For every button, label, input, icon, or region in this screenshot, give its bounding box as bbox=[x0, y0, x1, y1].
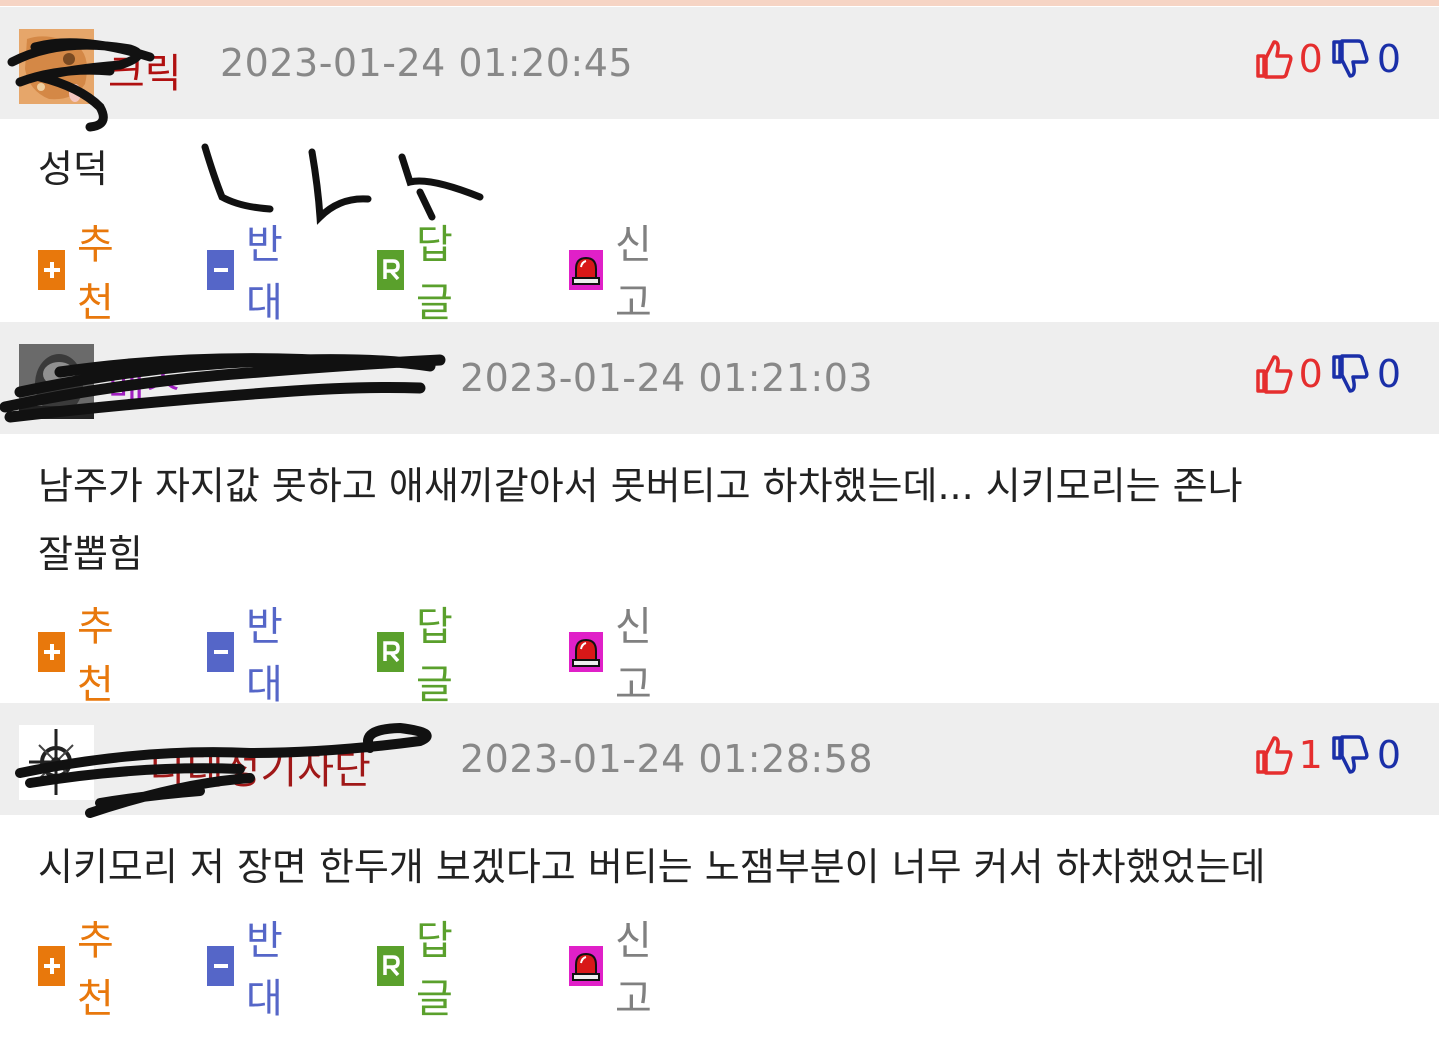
downvote-count: 0 bbox=[1376, 733, 1401, 777]
reply-label: 답글 bbox=[416, 222, 453, 326]
upvote-count: 0 bbox=[1298, 352, 1323, 396]
minus-icon bbox=[207, 632, 235, 672]
vote-box: 0 0 bbox=[1255, 352, 1401, 396]
reply-button[interactable]: 답글 bbox=[377, 918, 466, 1022]
thumbs-up-icon[interactable] bbox=[1255, 353, 1293, 395]
thumbs-down-icon[interactable] bbox=[1331, 38, 1369, 80]
oppose-button[interactable]: 반대 bbox=[207, 604, 296, 708]
report-label: 신고 bbox=[615, 604, 652, 708]
thumbs-down-icon[interactable] bbox=[1331, 353, 1369, 395]
comment-author[interactable]: 메스 bbox=[108, 356, 182, 414]
report-label: 신고 bbox=[615, 918, 652, 1022]
reply-label: 답글 bbox=[416, 918, 453, 1022]
upvote-count: 0 bbox=[1298, 37, 1323, 81]
thumbs-down-icon[interactable] bbox=[1331, 734, 1369, 776]
report-button[interactable]: 신고 bbox=[569, 918, 658, 1022]
plus-icon bbox=[38, 632, 66, 672]
recommend-label: 추천 bbox=[77, 222, 114, 326]
report-button[interactable]: 신고 bbox=[569, 604, 658, 708]
comment-line: 잘뽑힘 bbox=[38, 532, 143, 576]
oppose-label: 반대 bbox=[246, 222, 283, 326]
recommend-label: 추천 bbox=[77, 918, 114, 1022]
recommend-button[interactable]: 추천 bbox=[38, 604, 127, 708]
minus-icon bbox=[207, 250, 235, 290]
comment-timestamp: 2023-01-24 01:21:03 bbox=[460, 356, 874, 400]
oppose-button[interactable]: 반대 bbox=[207, 222, 296, 326]
recommend-button[interactable]: 추천 bbox=[38, 222, 127, 326]
comment-line: 남주가 자지값 못하고 애새끼같아서 못버티고 하차했는데... 시키모리는 존… bbox=[38, 464, 1243, 508]
reply-button[interactable]: 답글 bbox=[377, 604, 466, 708]
oppose-button[interactable]: 반대 bbox=[207, 918, 296, 1022]
avatar[interactable] bbox=[19, 29, 94, 104]
reply-button[interactable]: 답글 bbox=[377, 222, 466, 326]
upvote-count: 1 bbox=[1298, 733, 1323, 777]
avatar[interactable] bbox=[19, 344, 94, 419]
recommend-label: 추천 bbox=[77, 604, 114, 708]
comment-item: 크릭 2023-01-24 01:20:45 0 0 성덕 추천 반대 답글 신… bbox=[0, 7, 1439, 326]
recommend-button[interactable]: 추천 bbox=[38, 918, 127, 1022]
comment-header: 크릭 2023-01-24 01:20:45 0 0 bbox=[0, 7, 1439, 132]
plus-icon bbox=[38, 250, 66, 290]
comment-author[interactable]: 다데성기자단 bbox=[150, 737, 371, 795]
reply-r-icon bbox=[377, 632, 405, 672]
report-label: 신고 bbox=[615, 222, 652, 326]
comment-item: 메스 2023-01-24 01:21:03 0 0 남주가 자지값 못하고 애… bbox=[0, 322, 1439, 708]
plus-icon bbox=[38, 946, 66, 986]
downvote-count: 0 bbox=[1376, 37, 1401, 81]
comment-body: 시키모리 저 장면 한두개 보겠다고 버티는 노잼부분이 너무 커서 하차했었는… bbox=[38, 833, 1265, 901]
comment-body: 남주가 자지값 못하고 애새끼같아서 못버티고 하차했는데... 시키모리는 존… bbox=[38, 452, 1243, 588]
report-button[interactable]: 신고 bbox=[569, 222, 658, 326]
comment-timestamp: 2023-01-24 01:20:45 bbox=[220, 41, 634, 85]
reply-label: 답글 bbox=[416, 604, 453, 708]
oppose-label: 반대 bbox=[246, 604, 283, 708]
comment-header: 메스 2023-01-24 01:21:03 0 0 bbox=[0, 322, 1439, 434]
comment-line: 성덕 bbox=[38, 147, 108, 191]
avatar[interactable] bbox=[19, 725, 94, 800]
vote-box: 0 0 bbox=[1255, 37, 1401, 81]
siren-icon bbox=[569, 946, 603, 986]
oppose-label: 반대 bbox=[246, 918, 283, 1022]
comment-header: 다데성기자단 2023-01-24 01:28:58 1 0 bbox=[0, 703, 1439, 818]
comment-author[interactable]: 크릭 bbox=[108, 41, 182, 99]
reply-r-icon bbox=[377, 946, 405, 986]
thumbs-up-icon[interactable] bbox=[1255, 38, 1293, 80]
comment-line: 시키모리 저 장면 한두개 보겠다고 버티는 노잼부분이 너무 커서 하차했었는… bbox=[38, 845, 1266, 889]
thumbs-up-icon[interactable] bbox=[1255, 734, 1293, 776]
siren-icon bbox=[569, 632, 603, 672]
minus-icon bbox=[207, 946, 235, 986]
downvote-count: 0 bbox=[1376, 352, 1401, 396]
comment-timestamp: 2023-01-24 01:28:58 bbox=[460, 737, 874, 781]
top-accent-line bbox=[0, 0, 1439, 6]
comment-item: 다데성기자단 2023-01-24 01:28:58 1 0 시키모리 저 장면… bbox=[0, 703, 1439, 1043]
siren-icon bbox=[569, 250, 603, 290]
vote-box: 1 0 bbox=[1255, 733, 1401, 777]
comment-body: 성덕 bbox=[38, 135, 108, 203]
reply-r-icon bbox=[377, 250, 405, 290]
